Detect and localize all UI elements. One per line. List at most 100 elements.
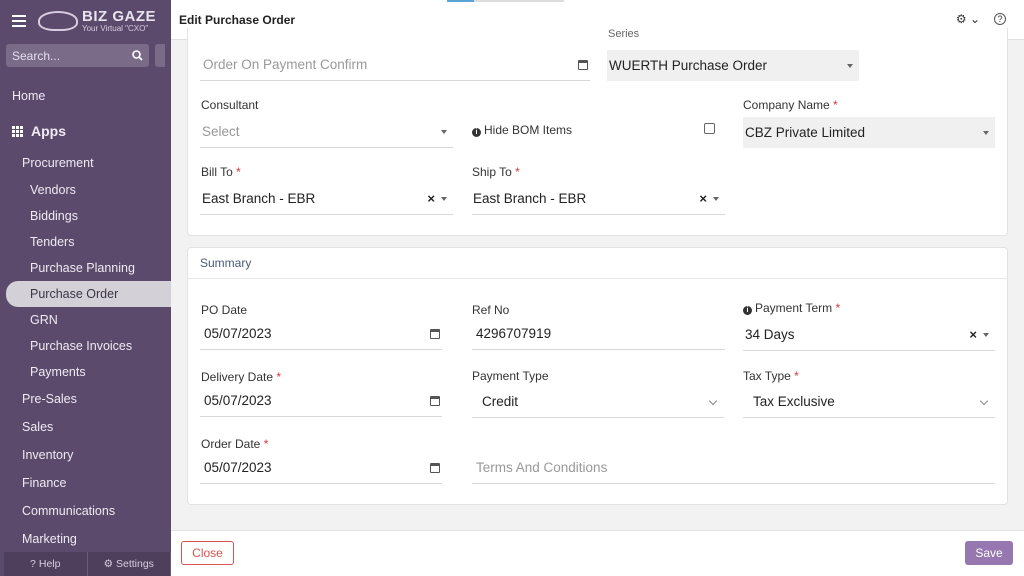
sidebar-item-purchase-planning[interactable]: Purchase Planning (0, 255, 171, 281)
calendar-icon[interactable] (430, 328, 440, 339)
sidebar-item-procurement[interactable]: Procurement (0, 149, 171, 177)
menu-icon[interactable] (12, 15, 26, 27)
caret-down-icon (713, 196, 719, 201)
company-name-select[interactable]: CBZ Private Limited (743, 117, 995, 148)
hide-bom-checkbox[interactable] (704, 123, 715, 134)
series-select[interactable]: WUERTH Purchase Order (607, 50, 859, 81)
ship-to-select[interactable]: East Branch - EBR × (472, 183, 725, 215)
caret-down-icon (441, 196, 447, 201)
sidebar-search-input[interactable]: Search... (6, 44, 150, 67)
caret-down-icon (441, 129, 447, 134)
sidebar-item-marketing[interactable]: Marketing (0, 525, 171, 553)
sidebar-item-pre-sales[interactable]: Pre-Sales (0, 385, 171, 413)
help-button[interactable]: ? Help (4, 552, 88, 576)
logo-eye-icon (38, 11, 78, 31)
ref-no-label: Ref No (472, 303, 510, 317)
page-title: Edit Purchase Order (179, 12, 296, 27)
settings-label: Settings (115, 558, 154, 570)
order-date-field[interactable]: 05/07/2023 (200, 452, 442, 484)
delivery-date-label-text: Delivery Date (201, 370, 274, 384)
payment-term-value: 34 Days (745, 327, 795, 342)
sidebar-item-home[interactable]: Home (0, 83, 171, 109)
payment-term-select[interactable]: 34 Days × (743, 319, 995, 351)
required-marker: * (236, 165, 241, 179)
apps-grid-icon (12, 125, 23, 137)
delivery-date-field[interactable]: 05/07/2023 (200, 385, 442, 417)
clear-icon[interactable]: × (699, 191, 707, 206)
order-on-payment-placeholder: Order On Payment Confirm (203, 57, 368, 72)
search-placeholder: Search... (12, 48, 61, 63)
settings-menu-button[interactable]: ⚙ ⌄ (956, 12, 980, 26)
help-label: Help (38, 558, 61, 570)
brand-logo: BIZ GAZE Your Virtual "CXO" (38, 9, 156, 33)
required-marker: * (794, 369, 799, 383)
required-marker: * (515, 165, 520, 179)
consultant-select[interactable]: Select (200, 116, 453, 148)
required-marker: * (263, 437, 269, 451)
tax-type-select[interactable]: Tax Exclusive (743, 386, 995, 418)
payment-type-label: Payment Type (472, 369, 549, 383)
ref-no-input[interactable]: 4296707919 (472, 318, 725, 350)
sidebar-item-finance[interactable]: Finance (0, 469, 171, 497)
payment-type-select[interactable]: Credit (472, 386, 724, 418)
calendar-icon[interactable] (578, 59, 588, 70)
ship-to-label-text: Ship To (472, 165, 512, 179)
help-icon[interactable]: ? (994, 13, 1006, 25)
chevron-down-icon (708, 396, 718, 406)
brand-tagline: Your Virtual "CXO" (82, 24, 149, 33)
sidebar-item-grn[interactable]: GRN (0, 307, 171, 333)
bill-to-label-text: Bill To (201, 165, 233, 179)
tax-type-label: Tax Type * (743, 369, 799, 383)
hide-bom-label: i Hide BOM Items (472, 123, 572, 137)
sidebar-item-tenders[interactable]: Tenders (0, 229, 171, 255)
company-name-value: CBZ Private Limited (745, 125, 866, 140)
sidebar-item-inventory[interactable]: Inventory (0, 441, 171, 469)
series-value: WUERTH Purchase Order (609, 58, 768, 73)
clear-icon[interactable]: × (969, 327, 977, 342)
sidebar-item-biddings[interactable]: Biddings (0, 203, 171, 229)
sidebar-item-purchase-invoices[interactable]: Purchase Invoices (0, 333, 171, 359)
terms-placeholder: Terms And Conditions (476, 460, 608, 475)
sidebar-toggle-stub[interactable] (155, 44, 165, 67)
company-name-label: Company Name * (743, 98, 838, 112)
sidebar-item-vendors[interactable]: Vendors (0, 177, 171, 203)
payment-type-value: Credit (482, 394, 519, 409)
delivery-date-value: 05/07/2023 (204, 393, 272, 408)
search-icon[interactable] (132, 50, 144, 61)
brand-name: BIZ GAZE (82, 8, 156, 25)
close-button[interactable]: Close (181, 541, 234, 565)
po-date-field[interactable]: 05/07/2023 (200, 318, 442, 350)
sidebar-item-apps[interactable]: Apps (0, 118, 171, 144)
required-marker: * (835, 301, 841, 315)
gear-icon: ⚙ (103, 558, 113, 570)
clear-icon[interactable]: × (427, 191, 435, 206)
hide-bom-text: Hide BOM Items (484, 123, 573, 137)
settings-button[interactable]: ⚙ Settings (88, 552, 171, 576)
order-date-value: 05/07/2023 (204, 460, 272, 475)
info-icon: i (472, 128, 481, 137)
apps-label: Apps (31, 123, 66, 139)
delivery-date-label: Delivery Date * (201, 370, 281, 384)
ship-to-label: Ship To * (472, 165, 520, 179)
sidebar-item-payments[interactable]: Payments (0, 359, 171, 385)
save-button[interactable]: Save (965, 541, 1013, 565)
po-date-label: PO Date (201, 303, 248, 317)
gear-icon: ⚙ (955, 12, 967, 26)
chevron-down-icon: ⌄ (969, 12, 980, 26)
order-date-label-text: Order Date (201, 437, 261, 451)
ref-no-value: 4296707919 (476, 326, 552, 341)
sidebar-item-sales[interactable]: Sales (0, 413, 171, 441)
ship-to-value: East Branch - EBR (473, 191, 587, 206)
terms-and-conditions-input[interactable]: Terms And Conditions (472, 452, 995, 484)
sidebar: BIZ GAZE Your Virtual "CXO" Search... Ho… (0, 0, 171, 576)
info-icon: i (743, 306, 752, 315)
sidebar-item-purchase-order[interactable]: Purchase Order (6, 281, 171, 307)
po-date-value: 05/07/2023 (204, 326, 272, 341)
bill-to-select[interactable]: East Branch - EBR × (200, 183, 453, 215)
edit-panel: Edit Purchase Order ⚙ ⌄ ? Series Order O… (171, 0, 1024, 576)
order-on-payment-field[interactable]: Order On Payment Confirm (200, 49, 590, 81)
order-details-card: Series Order On Payment Confirm WUERTH P… (187, 28, 1008, 236)
calendar-icon[interactable] (430, 462, 440, 473)
sidebar-item-communications[interactable]: Communications (0, 497, 171, 525)
calendar-icon[interactable] (430, 395, 440, 406)
